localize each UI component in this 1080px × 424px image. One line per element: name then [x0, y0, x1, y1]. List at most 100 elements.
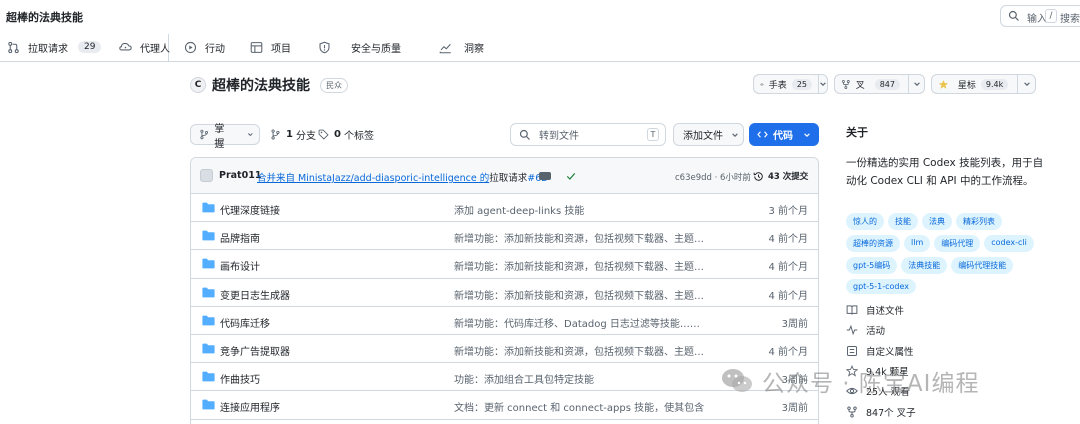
- topic-tag[interactable]: 编码代理技能: [951, 257, 1014, 274]
- branches-link[interactable]: 1 分支: [270, 124, 316, 145]
- fork-dropdown[interactable]: [908, 75, 924, 93]
- code-label: 代码: [773, 131, 793, 142]
- avatar[interactable]: [200, 169, 213, 182]
- topic-tag[interactable]: 编码代理: [934, 235, 981, 252]
- file-commit-message[interactable]: 添加 agent-deep-links 技能: [454, 202, 704, 217]
- table-row[interactable]: 品牌指南 新增功能：添加新技能和资源，包括视频下载器、主题…… 4 前个月: [191, 222, 818, 251]
- projects-icon: [250, 41, 263, 53]
- topic-tag[interactable]: llm: [904, 235, 931, 252]
- nav-pull-requests[interactable]: 拉取请求 29: [7, 34, 102, 60]
- file-commit-time: 4 前个月: [768, 262, 808, 274]
- readme-link[interactable]: 自述文件: [846, 300, 1046, 320]
- goto-file-input[interactable]: 转到文件 T: [510, 123, 666, 146]
- fork-label: 叉: [855, 80, 865, 91]
- code-icon: [757, 131, 768, 138]
- table-row[interactable]: 代码库迁移 新增功能：代码库迁移、Datadog 日志过滤等技能…… 3周前: [191, 307, 818, 335]
- watch-button[interactable]: 手表 25: [753, 74, 828, 94]
- nav-insights[interactable]: 洞察: [439, 34, 484, 60]
- file-name[interactable]: 变更日志生成器: [220, 287, 290, 302]
- watch-dropdown[interactable]: [818, 75, 827, 93]
- folder-icon: [202, 315, 215, 326]
- topic-tag[interactable]: 精彩列表: [956, 213, 1002, 230]
- fork-icon: [842, 79, 850, 89]
- nav-actions[interactable]: 行动: [184, 34, 225, 60]
- topic-tag[interactable]: 超棒的资源: [846, 235, 900, 252]
- code-button[interactable]: 代码: [749, 123, 819, 146]
- repo-avatar[interactable]: C: [190, 77, 206, 93]
- repo-stats-list: 自述文件 活动 自定义属性 9.4k 颗星 25人 观看 847个 叉子: [846, 300, 1046, 422]
- ellipsis-icon[interactable]: [539, 172, 551, 180]
- star-dropdown[interactable]: [1017, 75, 1035, 93]
- commit-hash-time[interactable]: c63e9dd · 6小时前: [675, 171, 751, 183]
- folder-icon: [202, 399, 215, 410]
- readme-label: 自述文件: [866, 306, 905, 318]
- agent-icon: [119, 42, 132, 50]
- nav-security[interactable]: 安全与质量: [318, 34, 401, 60]
- visibility-badge: 民众: [320, 77, 348, 93]
- repo-name[interactable]: 超棒的法典技能: [212, 75, 310, 95]
- topic-tag[interactable]: 惊人的: [846, 213, 884, 230]
- nav-projects[interactable]: 项目: [250, 34, 291, 60]
- file-name[interactable]: 竞争广告提取器: [220, 343, 290, 358]
- file-name[interactable]: 代码库迁移: [220, 315, 270, 330]
- file-commit-time: 4 前个月: [768, 234, 808, 246]
- search-input[interactable]: 输入 / 搜索: [1000, 5, 1080, 27]
- goto-file-placeholder: 转到文件: [539, 131, 579, 142]
- file-commit-message[interactable]: 功能：添加组合工具包特定技能: [454, 371, 704, 386]
- shield-icon: [319, 41, 330, 53]
- branch-selector[interactable]: 掌握: [190, 124, 260, 150]
- file-commit-message[interactable]: 新增功能：添加新技能和资源，包括视频下载器、主题……: [454, 287, 704, 302]
- tags-link[interactable]: 0 个标签: [318, 124, 374, 145]
- commit-message-link[interactable]: 合并来自 MinistaJazz/add-diasporic-intellige…: [257, 173, 489, 184]
- goto-file-shortcut: T: [647, 128, 659, 141]
- file-name[interactable]: 画布设计: [220, 258, 260, 273]
- branches-count: 1: [286, 129, 293, 140]
- topic-tag[interactable]: gpt-5-1-codex: [846, 279, 917, 294]
- search-label: 输入: [1027, 14, 1047, 25]
- file-commit-message[interactable]: 新增功能：添加新技能和资源，包括视频下载器、主题……: [454, 258, 704, 273]
- history-icon: [753, 171, 763, 181]
- add-file-label: 添加文件: [683, 131, 723, 142]
- topic-tag[interactable]: codex-cli: [984, 235, 1034, 252]
- nav-label: 拉取请求: [28, 43, 68, 55]
- about-description: 一份精选的实用 Codex 技能列表，用于自动化 Codex CLI 和 API…: [846, 157, 1044, 187]
- chevron-down-icon: [732, 132, 738, 137]
- table-row[interactable]: 代理深度链接 添加 agent-deep-links 技能 3 前个月: [191, 194, 818, 223]
- file-commit-message[interactable]: 文档：更新 connect 和 connect-apps 技能，使其包含 Com…: [454, 399, 704, 414]
- folder-icon: [202, 287, 215, 297]
- branch-icon: [200, 129, 209, 140]
- check-icon[interactable]: [565, 170, 577, 182]
- tags-count: 0: [334, 129, 341, 140]
- folder-icon: [202, 202, 215, 213]
- app-header: 超棒的法典技能 输入 / 搜索: [0, 0, 1080, 32]
- fork-count: 847: [874, 78, 900, 90]
- table-row[interactable]: 竞争广告提取器 新增功能：添加新技能和资源，包括视频下载器、主题…… 4 前个月: [191, 335, 818, 364]
- folder-icon: [202, 371, 215, 382]
- star-button[interactable]: 星标 9.4k: [931, 74, 1036, 94]
- activity-link[interactable]: 活动: [846, 320, 1046, 340]
- commit-history-link[interactable]: 43 次提交: [753, 170, 808, 182]
- topic-tag[interactable]: gpt-5编码: [846, 257, 898, 274]
- file-name[interactable]: 作曲技巧: [220, 371, 260, 386]
- file-commit-message[interactable]: 新增功能：代码库迁移、Datadog 日志过滤等技能……: [454, 315, 704, 330]
- fork-button[interactable]: 叉 847: [834, 74, 925, 94]
- topic-tag[interactable]: 技能: [888, 213, 918, 230]
- page-title: 超棒的法典技能: [6, 11, 83, 24]
- file-name[interactable]: 代理深度链接: [220, 202, 280, 217]
- forks-link[interactable]: 847个 叉子: [846, 401, 1046, 421]
- table-row[interactable]: 画布设计 新增功能：添加新技能和资源，包括视频下载器、主题…… 4 前个月: [191, 250, 818, 279]
- custom-properties-link[interactable]: 自定义属性: [846, 341, 1046, 361]
- file-commit-message[interactable]: 新增功能：添加新技能和资源，包括视频下载器、主题……: [454, 230, 704, 245]
- graph-icon: [439, 43, 451, 53]
- file-commit-message[interactable]: 新增功能：添加新技能和资源，包括视频下载器、主题……: [454, 343, 704, 358]
- commit-author[interactable]: Prat011: [219, 170, 261, 181]
- add-file-button[interactable]: 添加文件: [673, 123, 744, 146]
- topic-tag[interactable]: 法典技能: [901, 257, 948, 274]
- table-row[interactable]: 变更日志生成器 新增功能：添加新技能和资源，包括视频下载器、主题…… 4 前个月: [191, 279, 818, 307]
- file-name[interactable]: 品牌指南: [220, 230, 260, 245]
- watermark: 公众号 · 陈宝AI编程: [720, 364, 979, 398]
- file-name[interactable]: 连接应用程序: [220, 399, 280, 414]
- nav-agents[interactable]: 代理人: [119, 34, 170, 60]
- chevron-down-icon: [804, 132, 810, 137]
- topic-tag[interactable]: 法典: [922, 213, 952, 230]
